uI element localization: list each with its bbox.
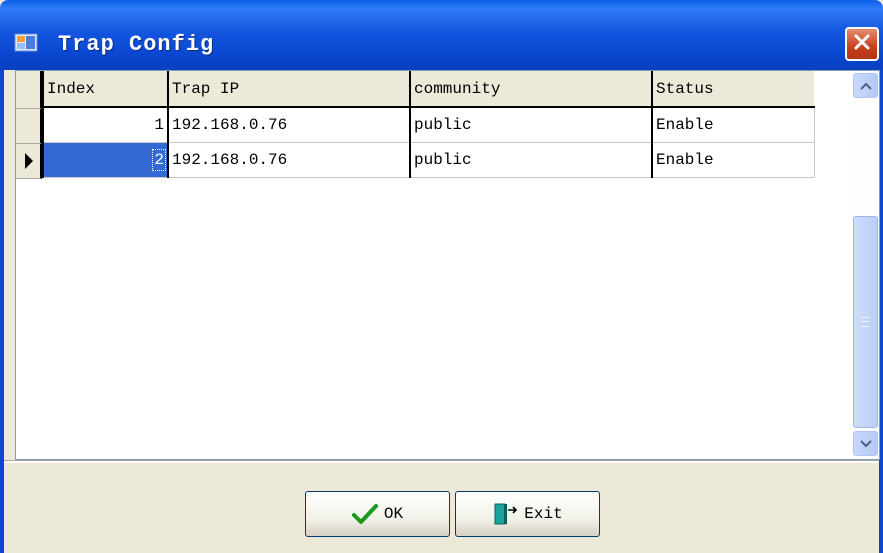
window-frame-left bbox=[0, 70, 4, 553]
table-header-row: Index Trap IP community Status bbox=[42, 71, 815, 108]
vertical-scrollbar[interactable] bbox=[852, 71, 879, 459]
gutter-row-1[interactable] bbox=[16, 109, 42, 144]
scroll-thumb[interactable] bbox=[853, 216, 878, 428]
cell-trap-ip[interactable]: 192.168.0.76 bbox=[167, 142, 411, 178]
cell-status[interactable]: Enable bbox=[651, 107, 815, 143]
column-header-index[interactable]: Index bbox=[42, 71, 169, 108]
column-header-trap-ip[interactable]: Trap IP bbox=[167, 71, 411, 108]
cell-index[interactable]: 1 bbox=[42, 107, 169, 143]
column-header-community[interactable]: community bbox=[409, 71, 653, 108]
row-indicator-column bbox=[16, 71, 42, 179]
cell-trap-ip[interactable]: 192.168.0.76 bbox=[167, 107, 411, 143]
exit-button[interactable]: Exit bbox=[455, 491, 600, 537]
table-row[interactable]: 2 192.168.0.76 public Enable bbox=[42, 142, 815, 178]
title-bar[interactable]: Trap Config bbox=[0, 0, 883, 70]
column-header-status[interactable]: Status bbox=[651, 71, 815, 108]
scroll-down-button[interactable] bbox=[853, 431, 878, 456]
scroll-up-button[interactable] bbox=[853, 73, 878, 98]
cell-community[interactable]: public bbox=[409, 107, 653, 143]
ok-label: OK bbox=[383, 505, 404, 523]
current-row-arrow-icon bbox=[24, 152, 34, 175]
window-title: Trap Config bbox=[58, 32, 215, 57]
close-button[interactable] bbox=[845, 27, 879, 61]
chevron-up-icon bbox=[859, 77, 872, 95]
chevron-down-icon bbox=[859, 435, 872, 453]
exit-door-icon bbox=[492, 502, 518, 526]
gutter-header bbox=[16, 71, 42, 109]
separator bbox=[4, 460, 879, 463]
cell-community[interactable]: public bbox=[409, 142, 653, 178]
cell-index-selected[interactable]: 2 bbox=[42, 142, 169, 178]
grip-icon bbox=[861, 317, 870, 327]
trap-table: Index Trap IP community Status 1 192.168… bbox=[42, 71, 815, 178]
app-window-icon bbox=[14, 32, 40, 54]
close-icon bbox=[853, 33, 871, 56]
ok-button[interactable]: OK bbox=[305, 491, 450, 537]
gutter-row-2[interactable] bbox=[16, 144, 42, 179]
cell-status[interactable]: Enable bbox=[651, 142, 815, 178]
table-row[interactable]: 1 192.168.0.76 public Enable bbox=[42, 107, 815, 143]
trap-grid[interactable]: Index Trap IP community Status 1 192.168… bbox=[15, 70, 880, 460]
checkmark-icon bbox=[351, 503, 378, 525]
exit-label: Exit bbox=[524, 505, 563, 523]
selected-index-text: 2 bbox=[152, 148, 166, 171]
